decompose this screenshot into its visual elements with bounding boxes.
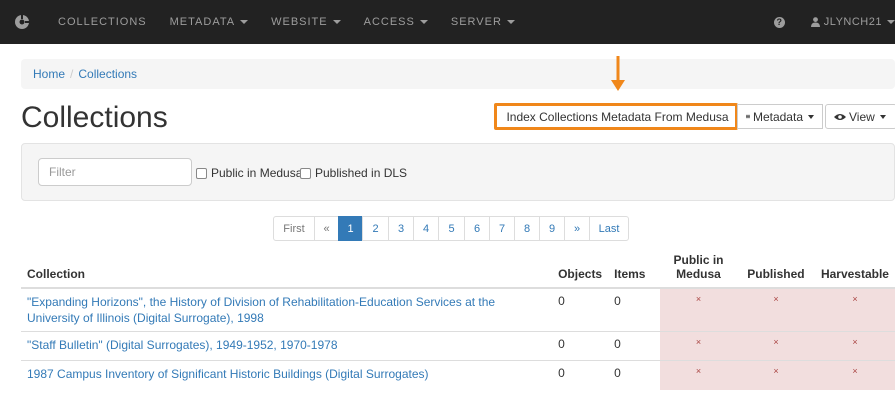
pagination-page-6[interactable]: 6 <box>464 216 490 241</box>
published-x-icon: × <box>736 331 815 361</box>
objects-cell: 0 <box>552 360 609 390</box>
caret-down-icon <box>808 114 814 119</box>
caret-down-icon <box>879 114 886 119</box>
breadcrumb: Home / Collections <box>21 59 895 89</box>
pagination-page-9[interactable]: 9 <box>539 216 565 241</box>
pagination-last[interactable]: Last <box>589 216 629 241</box>
collections-table: Collection Objects Items Public in Medus… <box>21 250 895 390</box>
collection-link[interactable]: "Staff Bulletin" (Digital Surrogates), 1… <box>27 338 338 352</box>
table-row: "Expanding Horizons", the History of Div… <box>21 287 895 332</box>
help-icon[interactable]: ? <box>773 16 785 28</box>
annotation-arrow-icon <box>611 56 625 91</box>
col-header-public-line2: Medusa <box>676 267 721 281</box>
col-header-objects[interactable]: Objects <box>552 250 609 289</box>
public-x-icon: × <box>660 287 737 332</box>
caret-down-icon <box>332 20 341 24</box>
col-header-collection[interactable]: Collection <box>21 250 553 289</box>
public-x-icon: × <box>660 360 737 390</box>
pagination: First « 1 2 3 4 5 6 7 8 9 » Last <box>273 216 629 241</box>
pagination-first[interactable]: First <box>273 216 315 241</box>
objects-cell: 0 <box>552 331 609 361</box>
items-cell: 0 <box>608 287 661 332</box>
collection-cell: 1987 Campus Inventory of Significant His… <box>21 360 553 390</box>
public-in-medusa-checkbox[interactable]: Public in Medusa <box>196 166 302 180</box>
collection-link[interactable]: "Expanding Horizons", the History of Div… <box>27 295 495 325</box>
collection-link[interactable]: 1987 Campus Inventory of Significant His… <box>27 367 429 381</box>
pagination-page-3[interactable]: 3 <box>388 216 414 241</box>
nav-metadata-label: METADATA <box>169 16 236 28</box>
index-collections-metadata-button[interactable]: Index Collections Metadata From Medusa <box>494 103 738 130</box>
items-cell: 0 <box>608 331 661 361</box>
nav-server-dropdown[interactable]: SERVER <box>451 16 515 28</box>
metadata-button-label: Metadata <box>752 109 803 124</box>
logo-icon[interactable] <box>14 14 30 30</box>
pagination-page-4[interactable]: 4 <box>413 216 439 241</box>
pagination-page-7[interactable]: 7 <box>489 216 515 241</box>
nav-collections-label: COLLECTIONS <box>58 16 147 28</box>
public-x-icon: × <box>660 331 737 361</box>
table-header-row: Collection Objects Items Public in Medus… <box>21 250 895 289</box>
breadcrumb-separator: / <box>70 67 74 81</box>
col-header-harvestable[interactable]: Harvestable <box>814 250 895 289</box>
objects-cell: 0 <box>552 287 609 332</box>
items-cell: 0 <box>608 360 661 390</box>
published-in-dls-checkbox[interactable]: Published in DLS <box>300 166 407 180</box>
breadcrumb-collections-link[interactable]: Collections <box>78 67 137 81</box>
pagination-page-2[interactable]: 2 <box>362 216 389 241</box>
nav-website-label: WEBSITE <box>271 16 328 28</box>
breadcrumb-home-link[interactable]: Home <box>33 67 65 81</box>
pagination-page-5[interactable]: 5 <box>438 216 465 241</box>
nav-access-dropdown[interactable]: ACCESS <box>364 16 428 28</box>
top-navbar: COLLECTIONS METADATA WEBSITE ACCESS SERV… <box>0 0 895 44</box>
published-x-icon: × <box>736 287 815 332</box>
caret-down-icon <box>419 20 428 24</box>
col-header-public-in-medusa[interactable]: Public in Medusa <box>660 250 737 289</box>
filter-panel: Public in Medusa Published in DLS <box>21 143 895 201</box>
public-in-medusa-label: Public in Medusa <box>211 166 303 180</box>
page-title: Collections <box>21 101 168 134</box>
index-button-label: Index Collections Metadata From Medusa <box>506 109 729 124</box>
checkbox-icon[interactable] <box>300 167 311 179</box>
caret-down-icon <box>240 20 249 24</box>
table-row: "Staff Bulletin" (Digital Surrogates), 1… <box>21 331 895 361</box>
harvestable-x-icon: × <box>814 331 895 361</box>
list-icon <box>746 114 750 119</box>
pagination-page-1[interactable]: 1 <box>338 216 363 241</box>
user-name: JLYNCH21 <box>823 16 882 28</box>
user-menu-dropdown[interactable]: JLYNCH21 <box>810 16 895 28</box>
nav-access-label: ACCESS <box>363 16 415 28</box>
metadata-dropdown-button[interactable]: Metadata <box>737 104 823 129</box>
nav-server-label: SERVER <box>450 16 502 28</box>
collection-cell: "Staff Bulletin" (Digital Surrogates), 1… <box>21 331 553 361</box>
eye-icon <box>834 113 846 120</box>
nav-website-dropdown[interactable]: WEBSITE <box>271 16 341 28</box>
collection-cell: "Expanding Horizons", the History of Div… <box>21 287 553 332</box>
nav-metadata-dropdown[interactable]: METADATA <box>169 16 249 28</box>
pagination-prev[interactable]: « <box>314 216 339 241</box>
pagination-next[interactable]: » <box>564 216 590 241</box>
filter-input[interactable] <box>38 158 192 186</box>
nav-collections[interactable]: COLLECTIONS <box>58 16 147 28</box>
harvestable-x-icon: × <box>814 287 895 332</box>
view-button-label: View <box>849 109 875 124</box>
pagination-page-8[interactable]: 8 <box>514 216 540 241</box>
col-header-items[interactable]: Items <box>608 250 661 289</box>
table-row: 1987 Campus Inventory of Significant His… <box>21 360 895 390</box>
harvestable-x-icon: × <box>814 360 895 390</box>
user-icon <box>810 17 820 27</box>
view-dropdown-button[interactable]: View <box>825 104 895 129</box>
caret-down-icon <box>506 20 515 24</box>
published-x-icon: × <box>736 360 815 390</box>
checkbox-icon[interactable] <box>196 167 207 179</box>
col-header-published[interactable]: Published <box>736 250 815 289</box>
caret-down-icon <box>887 20 895 24</box>
published-in-dls-label: Published in DLS <box>315 166 408 180</box>
col-header-public-line1: Public in <box>673 253 724 267</box>
